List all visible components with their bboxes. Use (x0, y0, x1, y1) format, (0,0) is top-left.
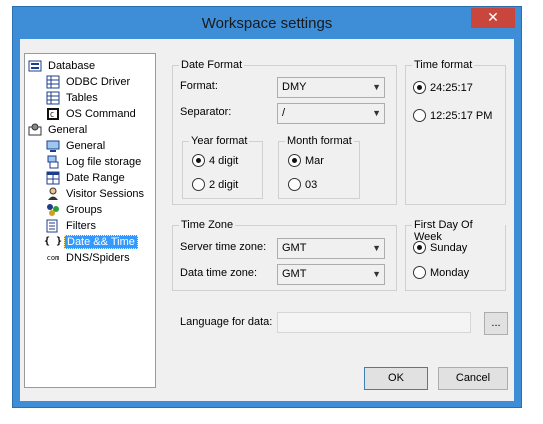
separator-select[interactable]: / ▼ (277, 103, 385, 124)
server-time-zone-select[interactable]: GMT ▼ (277, 238, 385, 259)
first-day-title: First Day Of Week (412, 219, 505, 243)
tree-item-odbc-driver[interactable]: ODBC Driver (46, 74, 132, 90)
language-browse-button[interactable]: ... (484, 312, 508, 335)
tree-item-os-command[interactable]: C OS Command (46, 106, 138, 122)
format-value: DMY (282, 81, 307, 93)
tree-item-date-range[interactable]: Date Range (46, 170, 127, 186)
calendar-icon (46, 171, 60, 185)
com-icon: com (46, 253, 60, 262)
visitor-icon (46, 187, 60, 201)
tree-item-visitor-sessions[interactable]: Visitor Sessions (46, 186, 146, 202)
tree-label: Groups (66, 204, 103, 216)
date-format-title: Date Format (179, 59, 245, 71)
table-icon (46, 91, 60, 105)
filter-icon (46, 219, 60, 233)
data-time-zone-value: GMT (282, 268, 307, 280)
command-icon: C (46, 107, 60, 121)
tree-label: DNS/Spiders (66, 252, 130, 264)
dialog-body: Database ODBC Driver Tables C OS Command (20, 39, 514, 401)
tree-label: General (48, 124, 88, 136)
year-2-digit-radio[interactable]: 2 digit (192, 178, 238, 191)
monday-radio[interactable]: Monday (413, 266, 469, 279)
svg-text:C: C (50, 111, 54, 119)
braces-icon: { } (43, 236, 63, 247)
tree-label: Log file storage (66, 156, 142, 168)
month-number-radio[interactable]: 03 (288, 178, 317, 191)
separator-value: / (282, 107, 286, 119)
radio-unchecked (192, 178, 205, 191)
time-24h-radio[interactable]: 24:25:17 (413, 81, 473, 94)
table-icon (46, 75, 60, 89)
groups-icon (46, 203, 60, 217)
data-time-zone-select[interactable]: GMT ▼ (277, 264, 385, 285)
close-button[interactable]: ✕ (471, 8, 515, 28)
tree-item-tables[interactable]: Tables (46, 90, 100, 106)
tree-label: Tables (66, 92, 98, 104)
tree-item-log-file-storage[interactable]: Log file storage (46, 154, 143, 170)
server-time-zone-label: Server time zone: (180, 241, 267, 253)
format-label: Format: (180, 80, 218, 92)
separator-label: Separator: (180, 106, 232, 118)
format-select[interactable]: DMY ▼ (277, 77, 385, 98)
first-day-group: First Day Of Week (405, 219, 506, 291)
settings-icon (28, 123, 42, 137)
computer-icon (46, 139, 60, 153)
settings-window: Workspace settings ✕ Database ODBC Drive… (12, 6, 522, 408)
year-4-digit-radio[interactable]: 4 digit (192, 154, 238, 167)
chevron-down-icon: ▼ (372, 243, 381, 253)
data-time-zone-label: Data time zone: (180, 267, 258, 279)
tree-item-date-time[interactable]: { } Date && Time (43, 234, 138, 250)
radio-label: 4 digit (209, 154, 239, 167)
tree-label: Database (48, 60, 96, 72)
radio-label: Mar (305, 154, 324, 167)
cancel-button[interactable]: Cancel (438, 367, 508, 390)
chevron-down-icon: ▼ (372, 269, 381, 279)
tree-label: Filters (66, 220, 96, 232)
radio-label: 24:25:17 (430, 81, 473, 94)
tree-item-groups[interactable]: Groups (46, 202, 104, 218)
tree-label-selected: Date && Time (64, 235, 138, 249)
tree-label: ODBC Driver (66, 76, 131, 88)
tree-item-general-group[interactable]: General (28, 122, 89, 138)
month-format-title: Month format (285, 135, 354, 147)
tree-item-dns-spiders[interactable]: com DNS/Spiders (46, 250, 132, 266)
radio-unchecked (288, 178, 301, 191)
storage-icon (46, 155, 60, 169)
radio-label: Sunday (430, 241, 468, 254)
title-bar[interactable]: Workspace settings ✕ (13, 7, 521, 39)
tree-label: Date Range (66, 172, 125, 184)
tree-item-database[interactable]: Database (28, 58, 97, 74)
radio-checked (413, 241, 426, 254)
sunday-radio[interactable]: Sunday (413, 241, 467, 254)
tree-item-filters[interactable]: Filters (46, 218, 98, 234)
tree-item-general[interactable]: General (46, 138, 107, 154)
radio-label: 03 (305, 178, 318, 191)
time-zone-title: Time Zone (179, 219, 236, 231)
radio-checked (413, 81, 426, 94)
month-name-radio[interactable]: Mar (288, 154, 324, 167)
ok-button[interactable]: OK (364, 367, 428, 390)
radio-label: Monday (430, 266, 470, 279)
time-12h-radio[interactable]: 12:25:17 PM (413, 109, 492, 122)
chevron-down-icon: ▼ (372, 82, 381, 92)
radio-label: 12:25:17 PM (430, 109, 493, 122)
year-format-title: Year format (189, 135, 250, 147)
chevron-down-icon: ▼ (372, 108, 381, 118)
tree-label: General (66, 140, 106, 152)
server-time-zone-value: GMT (282, 242, 307, 254)
settings-tree[interactable]: Database ODBC Driver Tables C OS Command (24, 53, 156, 388)
radio-unchecked (413, 109, 426, 122)
language-label: Language for data: (180, 316, 273, 328)
tree-label: OS Command (66, 108, 136, 120)
language-input[interactable] (277, 312, 471, 333)
radio-checked (288, 154, 301, 167)
tree-label: Visitor Sessions (66, 188, 145, 200)
radio-unchecked (413, 266, 426, 279)
window-title: Workspace settings (201, 15, 333, 32)
time-format-title: Time format (412, 59, 475, 71)
radio-checked (192, 154, 205, 167)
database-icon (28, 59, 42, 73)
radio-label: 2 digit (209, 178, 239, 191)
